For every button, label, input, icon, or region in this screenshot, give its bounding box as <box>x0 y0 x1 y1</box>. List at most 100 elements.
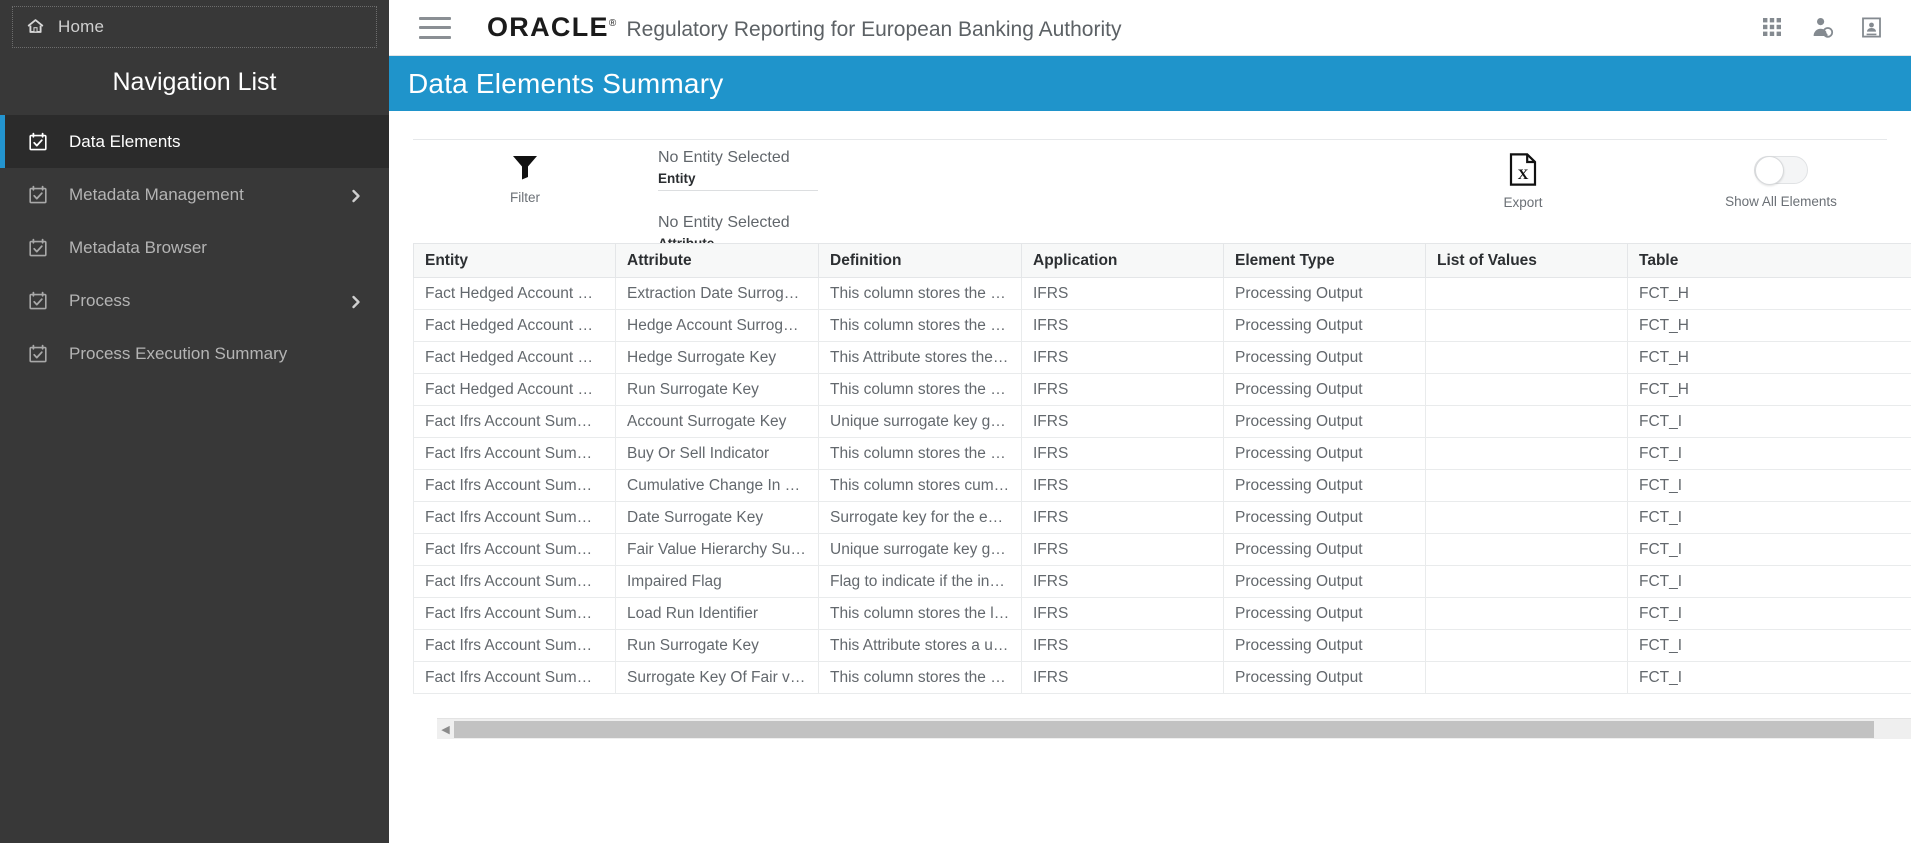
column-header-attribute[interactable]: Attribute <box>615 243 819 278</box>
cell-definition: This column stores the surro... <box>818 277 1022 310</box>
home-label: Home <box>58 17 105 36</box>
cell-list-of-values <box>1425 277 1628 310</box>
column-header-entity[interactable]: Entity <box>413 243 616 278</box>
cell-entity: Fact Hedged Account Map <box>413 277 616 310</box>
apps-grid-icon[interactable] <box>1761 16 1785 40</box>
table-row[interactable]: Fact Ifrs Account Summary Run Surrogate K… <box>413 629 1911 662</box>
cell-table: FCT_I <box>1627 565 1911 598</box>
svg-text:X: X <box>1518 167 1529 183</box>
cell-entity: Fact Ifrs Account Summary <box>413 469 616 502</box>
data-elements-table: Entity Attribute Definition Application … <box>413 243 1911 694</box>
cell-list-of-values <box>1425 437 1628 470</box>
column-header-application[interactable]: Application <box>1021 243 1224 278</box>
cell-attribute: Hedge Account Surrogate Key <box>615 309 819 342</box>
filter-label: Filter <box>510 190 540 205</box>
sidebar-item-process[interactable]: Process <box>0 274 389 327</box>
cell-attribute: Surrogate Key Of Fair value Ch... <box>615 661 819 694</box>
sidebar-item-metadata-browser[interactable]: Metadata Browser <box>0 221 389 274</box>
sidebar-item-data-elements[interactable]: Data Elements <box>0 115 389 168</box>
cell-definition: This column stores the Surro... <box>818 373 1022 406</box>
cell-application: IFRS <box>1021 597 1224 630</box>
cell-entity: Fact Ifrs Account Summary <box>413 597 616 630</box>
cell-definition: This column stores the uniq... <box>818 661 1022 694</box>
cell-attribute: Fair Value Hierarchy Surroga... <box>615 533 819 566</box>
home-icon <box>27 18 44 37</box>
cell-list-of-values <box>1425 469 1628 502</box>
selection-fields: No Entity Selected Entity No Entity Sele… <box>658 140 818 251</box>
column-header-list-of-values[interactable]: List of Values <box>1425 243 1628 278</box>
cell-list-of-values <box>1425 629 1628 662</box>
cell-definition: Unique surrogate key gener... <box>818 405 1022 438</box>
calendar-check-icon <box>28 238 48 258</box>
table-row[interactable]: Fact Hedged Account Map Extraction Date S… <box>413 277 1911 310</box>
table-row[interactable]: Fact Ifrs Account Summary Buy Or Sell Ind… <box>413 437 1911 470</box>
entity-selector[interactable]: No Entity Selected Entity <box>658 140 818 191</box>
cell-element-type: Processing Output <box>1223 501 1426 534</box>
cell-list-of-values <box>1425 341 1628 374</box>
brand-area: ORACLE® Regulatory Reporting for Europea… <box>487 12 1121 43</box>
cell-list-of-values <box>1425 373 1628 406</box>
sidebar-item-process-execution-summary[interactable]: Process Execution Summary <box>0 327 389 380</box>
cell-attribute: Extraction Date Surrogate Key <box>615 277 819 310</box>
navigation-list: Data Elements Metadata Management Metada… <box>0 115 389 380</box>
filter-button[interactable]: Filter <box>480 153 570 205</box>
table-row[interactable]: Fact Ifrs Account Summary Cumulative Chan… <box>413 469 1911 502</box>
cell-element-type: Processing Output <box>1223 437 1426 470</box>
table-row[interactable]: Fact Ifrs Account Summary Fair Value Hier… <box>413 533 1911 566</box>
cell-element-type: Processing Output <box>1223 373 1426 406</box>
cell-table: FCT_I <box>1627 533 1911 566</box>
table-body: Fact Hedged Account Map Extraction Date S… <box>413 277 1911 694</box>
horizontal-scrollbar[interactable]: ◀ <box>437 718 1911 739</box>
export-button[interactable]: X Export <box>1478 153 1568 210</box>
table-row[interactable]: Fact Hedged Account Map Run Surrogate Key… <box>413 373 1911 406</box>
cell-table: FCT_I <box>1627 661 1911 694</box>
table-row[interactable]: Fact Hedged Account Map Hedge Surrogate K… <box>413 341 1911 374</box>
table-row[interactable]: Fact Ifrs Account Summary Load Run Identi… <box>413 597 1911 630</box>
cell-element-type: Processing Output <box>1223 629 1426 662</box>
filter-funnel-icon <box>510 153 540 181</box>
cell-attribute: Hedge Surrogate Key <box>615 341 819 374</box>
cell-application: IFRS <box>1021 469 1224 502</box>
column-header-definition[interactable]: Definition <box>818 243 1022 278</box>
table-row[interactable]: Fact Ifrs Account Summary Account Surroga… <box>413 405 1911 438</box>
cell-definition: Unique surrogate key gener... <box>818 533 1022 566</box>
cell-definition: This Attribute stores a uniq... <box>818 629 1022 662</box>
scrollbar-thumb[interactable] <box>454 720 1874 738</box>
show-all-elements-toggle[interactable] <box>1754 156 1808 185</box>
sidebar-item-metadata-management[interactable]: Metadata Management <box>0 168 389 221</box>
show-all-elements-label: Show All Elements <box>1725 194 1837 209</box>
cell-entity: Fact Ifrs Account Summary <box>413 405 616 438</box>
navigation-list-title: Navigation List <box>112 68 277 96</box>
column-header-table[interactable]: Table <box>1627 243 1911 278</box>
application-window: Home Navigation List Data Elements Metad… <box>0 0 1911 843</box>
cell-list-of-values <box>1425 565 1628 598</box>
data-elements-table-container: Entity Attribute Definition Application … <box>413 243 1911 739</box>
hamburger-menu-icon[interactable] <box>419 16 451 39</box>
entity-value: No Entity Selected <box>658 149 790 166</box>
header-icon-group <box>1761 16 1885 40</box>
table-row[interactable]: Fact Ifrs Account Summary Date Surrogate … <box>413 501 1911 534</box>
home-button[interactable]: Home <box>12 6 377 48</box>
cell-application: IFRS <box>1021 373 1224 406</box>
cell-application: IFRS <box>1021 533 1224 566</box>
table-row[interactable]: Fact Hedged Account Map Hedge Account Sur… <box>413 309 1911 342</box>
table-row[interactable]: Fact Ifrs Account Summary Impaired Flag Fl… <box>413 565 1911 598</box>
cell-entity: Fact Hedged Account Map <box>413 373 616 406</box>
id-badge-icon[interactable] <box>1861 16 1885 40</box>
cell-entity: Fact Hedged Account Map <box>413 341 616 374</box>
cell-application: IFRS <box>1021 565 1224 598</box>
cell-table: FCT_I <box>1627 437 1911 470</box>
column-header-element-type[interactable]: Element Type <box>1223 243 1426 278</box>
cell-definition: This column stores the flag f... <box>818 437 1022 470</box>
page-banner: Data Elements Summary <box>389 56 1911 111</box>
navigation-sidebar: Home Navigation List Data Elements Metad… <box>0 0 389 843</box>
cell-list-of-values <box>1425 405 1628 438</box>
scroll-left-arrow-icon[interactable]: ◀ <box>437 719 454 740</box>
table-row[interactable]: Fact Ifrs Account Summary Surrogate Key O… <box>413 661 1911 694</box>
chevron-right-icon <box>349 294 363 308</box>
calendar-check-icon <box>28 291 48 311</box>
cell-application: IFRS <box>1021 405 1224 438</box>
scrollbar-track[interactable] <box>1874 720 1911 738</box>
user-settings-icon[interactable] <box>1811 16 1835 40</box>
cell-definition: This column stores the load ... <box>818 597 1022 630</box>
